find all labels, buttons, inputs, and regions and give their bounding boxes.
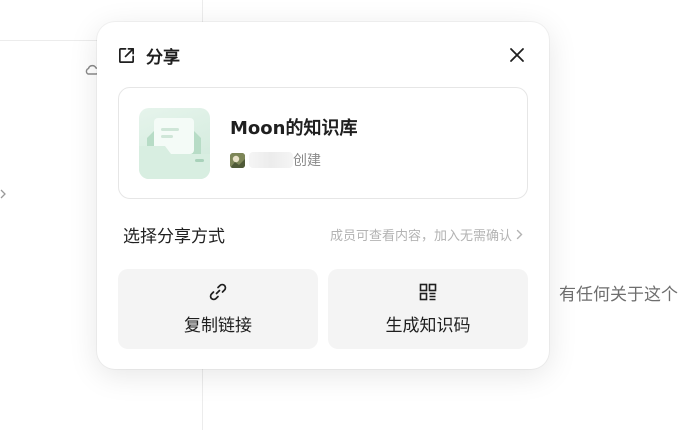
- dialog-header: 分享: [117, 42, 180, 68]
- knowledge-base-card: Moon的知识库 创建: [118, 87, 528, 199]
- share-mode-label: 选择分享方式: [123, 226, 225, 247]
- link-icon: [209, 283, 227, 301]
- knowledge-base-meta: 创建: [230, 150, 321, 170]
- content-text: 有任何关于这个: [559, 285, 678, 305]
- dialog-title: 分享: [146, 47, 180, 68]
- share-mode-selector[interactable]: 成员可查看内容，加入无需确认: [330, 225, 523, 244]
- share-mode-value: 成员可查看内容，加入无需确认: [329, 228, 512, 244]
- close-button[interactable]: [505, 43, 529, 67]
- knowledge-base-cover: [139, 108, 210, 179]
- chevron-right-icon[interactable]: [0, 186, 8, 199]
- share-mode-row: 选择分享方式 成员可查看内容，加入无需确认: [123, 221, 523, 247]
- knowledge-base-name: Moon的知识库: [230, 118, 358, 139]
- share-icon: [118, 47, 135, 63]
- avatar: [230, 152, 245, 168]
- created-label: 创建: [293, 153, 321, 169]
- qr-code-icon: [419, 283, 437, 301]
- generate-code-button[interactable]: 生成知识码: [328, 269, 528, 349]
- copy-link-label: 复制链接: [184, 316, 252, 336]
- generate-code-label: 生成知识码: [385, 316, 471, 336]
- copy-link-button[interactable]: 复制链接: [118, 269, 318, 349]
- creator-name-redacted: [249, 152, 293, 168]
- chevron-right-icon: [516, 229, 523, 239]
- close-icon: [510, 48, 524, 62]
- share-dialog: 分享 Moon的知识库 创建 选择分享方式 成员可查看内容，加入无需确认 复制链…: [97, 22, 549, 369]
